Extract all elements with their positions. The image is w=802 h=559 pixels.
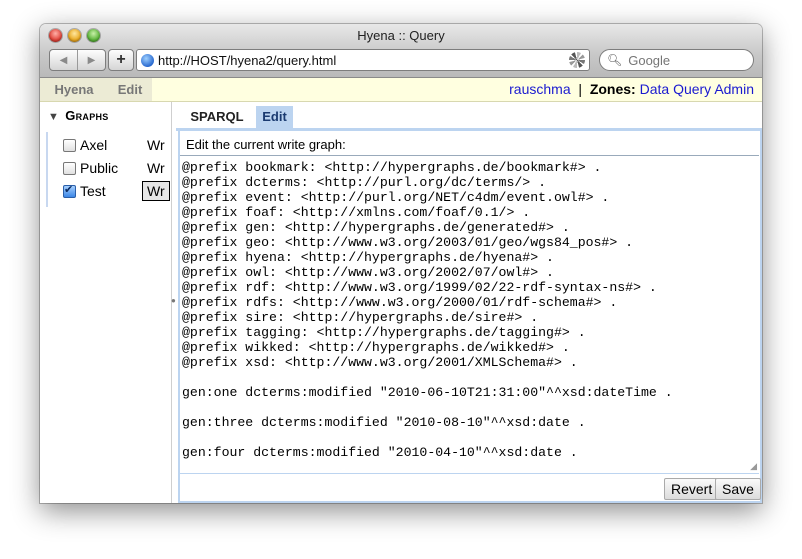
- user-link[interactable]: rauschma: [509, 81, 570, 97]
- zones-label: Zones:: [589, 81, 636, 97]
- forward-button[interactable]: ▶: [77, 50, 105, 70]
- write-toggle-test[interactable]: Wr: [142, 181, 170, 201]
- revert-button[interactable]: Revert: [664, 478, 720, 500]
- disclosure-triangle-icon[interactable]: ▼: [48, 111, 59, 123]
- graph-name: Axel: [80, 137, 108, 153]
- edit-instruction-label: Edit the current write graph:: [186, 137, 346, 152]
- edit-panel: Edit the current write graph: @prefix bo…: [178, 131, 762, 503]
- loading-spinner-icon[interactable]: [569, 52, 585, 68]
- back-button[interactable]: ◀: [50, 50, 77, 70]
- tab-sparql[interactable]: SPARQL: [182, 106, 252, 128]
- nav-separator: |: [578, 81, 583, 97]
- add-bookmark-button[interactable]: +: [108, 49, 134, 71]
- app-nav-bar: Hyena Edit rauschma | Zones: Data Query …: [40, 78, 762, 102]
- browser-window: Hyena :: Query ◀ ▶ + http://HOST/hyena2/…: [40, 24, 762, 503]
- graph-item-test: Test Wr: [63, 180, 170, 202]
- globe-icon: [141, 53, 154, 67]
- url-text[interactable]: http://HOST/hyena2/query.html: [158, 53, 336, 68]
- graphs-heading[interactable]: ▼ Graphs: [48, 108, 109, 123]
- tab-edit[interactable]: Edit: [256, 106, 293, 128]
- save-button[interactable]: Save: [715, 478, 761, 500]
- graph-editor-textarea[interactable]: @prefix bookmark: <http://hypergraphs.de…: [180, 155, 761, 500]
- zone-link-admin[interactable]: Admin: [714, 81, 754, 97]
- write-toggle-axel[interactable]: Wr: [147, 137, 165, 153]
- search-icon[interactable]: 🔍︎: [607, 53, 622, 67]
- search-field[interactable]: 🔍︎: [599, 49, 754, 71]
- resize-grip-icon[interactable]: ◢: [750, 461, 757, 472]
- nav-tab-hyena[interactable]: Hyena: [40, 78, 108, 101]
- graph-item-public: Public Wr: [63, 157, 165, 179]
- zone-link-query[interactable]: Query: [673, 81, 711, 97]
- graph-item-axel: Axel Wr: [63, 134, 165, 156]
- zone-link-data[interactable]: Data: [640, 81, 670, 97]
- sidebar-divider: [46, 132, 48, 207]
- search-input[interactable]: [626, 51, 741, 69]
- sidebar: ▼ Graphs Axel Wr Public Wr Test Wr: [40, 102, 172, 503]
- title-bar: Hyena :: Query ◀ ▶ + http://HOST/hyena2/…: [40, 24, 762, 78]
- textarea-border: [180, 473, 759, 474]
- tab-bar: SPARQL Edit: [176, 102, 762, 131]
- write-toggle-public[interactable]: Wr: [147, 160, 165, 176]
- graph-checkbox-public[interactable]: [63, 161, 76, 175]
- window-title: Hyena :: Query: [357, 28, 445, 43]
- graph-name: Public: [80, 160, 119, 176]
- nav-tab-edit[interactable]: Edit: [108, 78, 152, 101]
- graph-checkbox-test[interactable]: [63, 183, 76, 198]
- nav-right-links: rauschma | Zones: Data Query Admin: [509, 78, 754, 101]
- graph-editor-content[interactable]: @prefix bookmark: <http://hypergraphs.de…: [182, 160, 673, 460]
- history-buttons: ◀ ▶: [49, 49, 106, 71]
- main-panel: SPARQL Edit Edit the current write graph…: [176, 102, 762, 503]
- graph-name: Test: [80, 183, 106, 199]
- graph-checkbox-axel[interactable]: [63, 138, 76, 152]
- address-bar[interactable]: http://HOST/hyena2/query.html: [136, 49, 590, 71]
- graphs-heading-label: Graphs: [65, 108, 109, 123]
